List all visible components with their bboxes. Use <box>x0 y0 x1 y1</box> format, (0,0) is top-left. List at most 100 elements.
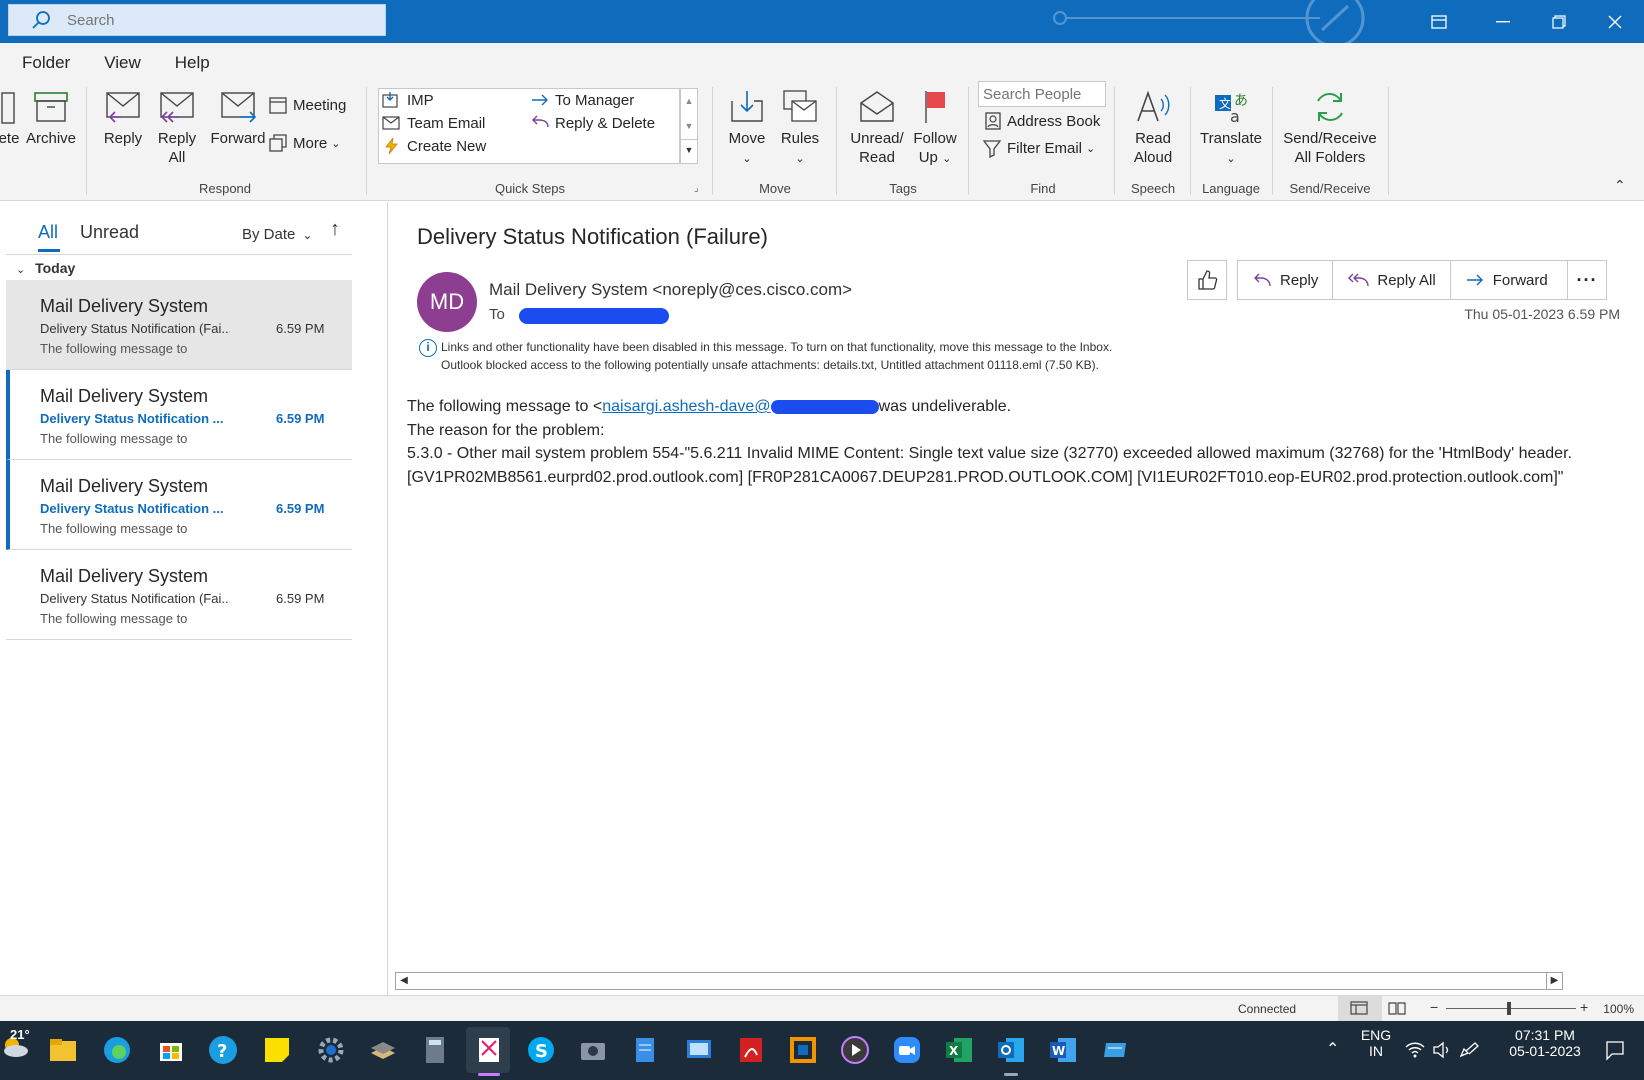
weather-widget[interactable]: 21° <box>0 1027 30 1066</box>
list-item[interactable]: Mail Delivery System Delivery Status Not… <box>6 460 352 550</box>
pdf-reader-icon[interactable] <box>736 1035 766 1065</box>
normal-view-button[interactable] <box>1338 996 1382 1021</box>
translate-button[interactable]: 文aあ Translate ⌄ <box>1196 89 1266 169</box>
coauthor-icon[interactable] <box>1416 0 1462 43</box>
quick-step-reply-delete[interactable]: Reply & Delete <box>530 114 655 132</box>
address-book-button[interactable]: Address Book <box>984 111 1100 131</box>
edge-browser-icon[interactable] <box>102 1035 132 1065</box>
more-actions-button[interactable]: ··· <box>1567 260 1607 300</box>
list-item-sender: Mail Delivery System <box>40 296 209 316</box>
quick-step-imp[interactable]: IMP <box>382 91 434 109</box>
stack-app-icon[interactable] <box>368 1035 398 1065</box>
tab-unread[interactable]: Unread <box>80 222 139 243</box>
list-item[interactable]: Mail Delivery System Delivery Status Not… <box>6 280 352 370</box>
tablet-app-icon[interactable] <box>1100 1035 1130 1065</box>
scroll-left-icon[interactable]: ◀ <box>396 973 412 989</box>
zoom-out-icon[interactable]: − <box>1430 999 1438 1015</box>
meeting-button[interactable]: Meeting <box>268 95 346 115</box>
ribbon-separator <box>712 87 713 195</box>
restore-button[interactable] <box>1536 0 1582 43</box>
close-button[interactable] <box>1592 0 1638 43</box>
collapse-ribbon-icon[interactable]: ⌃ <box>1614 177 1626 194</box>
reply-button[interactable]: Reply <box>98 89 148 148</box>
word-icon[interactable]: W <box>1048 1035 1078 1065</box>
notifications-icon[interactable] <box>1604 1039 1626 1061</box>
show-hidden-icons[interactable]: ⌃ <box>1326 1039 1339 1059</box>
media-player-icon[interactable] <box>840 1035 870 1065</box>
unread-read-button[interactable]: Unread/ Read <box>846 89 908 167</box>
forward-button[interactable]: Forward <box>1451 261 1572 299</box>
camera-icon[interactable] <box>578 1035 608 1065</box>
notepad-icon[interactable] <box>630 1035 660 1065</box>
snipping-tool-icon[interactable] <box>474 1035 504 1065</box>
horizontal-scrollbar[interactable]: ◀ ▶ <box>395 972 1563 990</box>
volume-icon[interactable] <box>1432 1041 1452 1059</box>
language-indicator[interactable]: ENG IN <box>1356 1027 1396 1059</box>
reply-button[interactable]: Reply <box>1238 261 1334 299</box>
clock[interactable]: 07:31 PM 05-01-2023 <box>1500 1027 1590 1059</box>
move-button[interactable]: Move ⌄ <box>724 89 770 169</box>
zoom-slider[interactable] <box>1446 1008 1576 1009</box>
search-box[interactable] <box>8 4 386 36</box>
section-header-today[interactable]: ⌄ Today <box>6 254 352 280</box>
zoom-slider-thumb[interactable] <box>1507 1002 1511 1015</box>
send-receive-all-button[interactable]: Send/Receive All Folders <box>1278 89 1382 167</box>
zoom-meetings-icon[interactable] <box>892 1035 922 1065</box>
filter-email-button[interactable]: Filter Email ⌄ <box>982 138 1095 158</box>
menu-help[interactable]: Help <box>175 53 210 73</box>
zoom-level[interactable]: 100% <box>1603 1002 1634 1016</box>
list-item[interactable]: Mail Delivery System Delivery Status Not… <box>6 550 352 640</box>
reply-all-button[interactable]: Reply All <box>152 89 202 167</box>
reply-all-button[interactable]: Reply All <box>1333 261 1451 299</box>
quick-step-team-email[interactable]: Team Email <box>382 114 485 132</box>
list-item[interactable]: Mail Delivery System Delivery Status Not… <box>6 370 352 460</box>
scroll-right-icon[interactable]: ▶ <box>1546 973 1562 989</box>
expand-gallery-icon[interactable]: ▼ <box>681 139 697 160</box>
dialog-launcher-icon[interactable]: ⌟ <box>694 183 699 194</box>
pen-input-icon[interactable] <box>1458 1041 1480 1059</box>
rules-button[interactable]: Rules ⌄ <box>776 89 824 169</box>
read-aloud-button[interactable]: Read Aloud <box>1124 89 1182 167</box>
store-icon[interactable] <box>156 1035 186 1065</box>
avatar[interactable]: MD <box>417 272 477 332</box>
recipient-email-link[interactable]: naisargi.ashesh-dave@ <box>602 398 770 415</box>
forward-button[interactable]: Forward <box>208 89 268 148</box>
teamviewer-app-icon[interactable] <box>788 1035 818 1065</box>
menu-view[interactable]: View <box>104 53 141 73</box>
excel-icon[interactable]: X <box>944 1035 974 1065</box>
tab-all[interactable]: All <box>38 222 58 243</box>
search-people-input[interactable] <box>978 81 1106 107</box>
scroll-down-icon[interactable]: ▼ <box>681 114 697 139</box>
skype-icon[interactable]: S <box>526 1035 556 1065</box>
wifi-icon[interactable] <box>1404 1041 1426 1059</box>
minimize-button[interactable] <box>1480 0 1526 43</box>
quick-steps-scroll[interactable]: ▲ ▼ ▼ <box>680 88 698 164</box>
scroll-up-icon[interactable]: ▲ <box>681 89 697 114</box>
calculator-icon[interactable] <box>420 1035 450 1065</box>
svg-text:X: X <box>949 1044 959 1058</box>
sticky-notes-icon[interactable] <box>262 1035 292 1065</box>
to-manager-label: To Manager <box>555 91 635 109</box>
sort-direction-icon[interactable]: ↑ <box>330 218 340 241</box>
search-input[interactable] <box>67 11 347 29</box>
sort-dropdown[interactable]: By Date ⌄ <box>242 226 313 243</box>
archive-button[interactable]: Archive <box>24 89 78 148</box>
delete-button[interactable]: ete <box>0 89 22 148</box>
zoom-in-icon[interactable]: + <box>1580 999 1588 1015</box>
info-bar-links[interactable]: Links and other functionality have been … <box>441 340 1112 354</box>
like-button[interactable] <box>1187 260 1227 300</box>
follow-up-button[interactable]: Follow Up ⌄ <box>910 89 960 169</box>
file-explorer-icon[interactable] <box>48 1035 78 1065</box>
message-from[interactable]: Mail Delivery System <noreply@ces.cisco.… <box>489 280 852 300</box>
remote-desktop-icon[interactable] <box>684 1035 714 1065</box>
settings-icon[interactable] <box>316 1035 346 1065</box>
svg-text:S: S <box>535 1041 548 1062</box>
info-bar-attachments[interactable]: Outlook blocked access to the following … <box>441 358 1099 372</box>
reading-view-button[interactable] <box>1388 1001 1406 1018</box>
outlook-icon[interactable] <box>996 1035 1026 1065</box>
menu-folder[interactable]: Folder <box>22 53 70 73</box>
quick-step-to-manager[interactable]: To Manager <box>530 91 634 109</box>
help-icon[interactable]: ? <box>208 1035 238 1065</box>
more-respond-button[interactable]: More ⌄ <box>268 133 340 153</box>
quick-step-create-new[interactable]: Create New <box>382 137 486 155</box>
